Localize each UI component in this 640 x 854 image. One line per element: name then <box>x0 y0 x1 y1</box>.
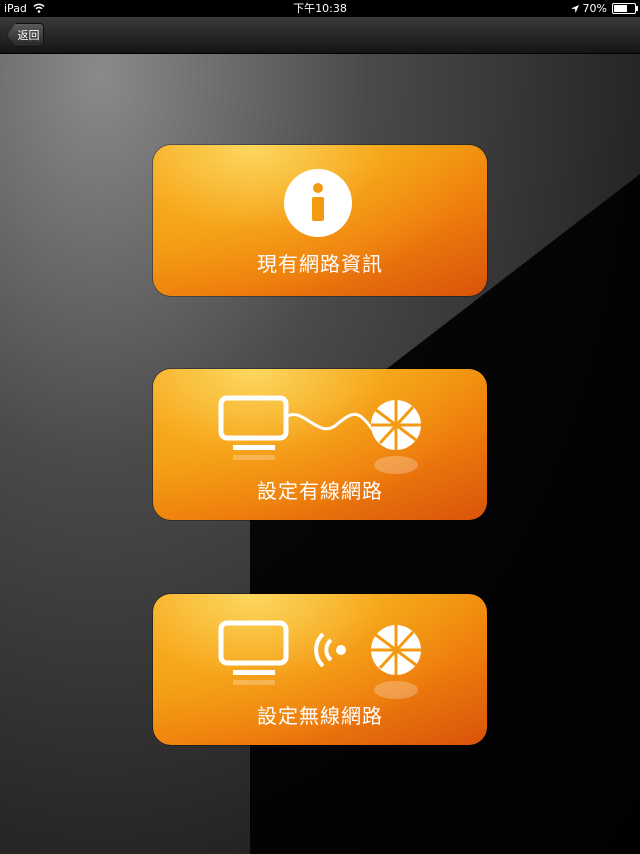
wireless-network-icon <box>218 620 421 699</box>
wired-network-icon <box>218 395 421 474</box>
wireless-network-label: 設定無線網路 <box>257 704 383 728</box>
wired-network-button[interactable]: 設定有線網路 <box>153 369 487 520</box>
status-bar: iPad 下午10:38 70% <box>0 0 640 17</box>
wireless-network-button[interactable]: 設定無線網路 <box>153 594 487 745</box>
location-arrow-icon <box>570 4 579 13</box>
navigation-bar: 返回 <box>0 17 640 54</box>
battery-fill <box>614 5 627 12</box>
clock: 下午10:38 <box>293 2 347 15</box>
wired-network-label: 設定有線網路 <box>257 479 383 503</box>
battery-percent: 70% <box>582 2 607 15</box>
info-icon <box>284 169 352 237</box>
current-network-info-button[interactable]: 現有網路資訊 <box>153 145 487 296</box>
current-network-info-label: 現有網路資訊 <box>257 252 383 276</box>
battery-icon <box>612 3 638 14</box>
back-button[interactable]: 返回 <box>7 23 44 47</box>
